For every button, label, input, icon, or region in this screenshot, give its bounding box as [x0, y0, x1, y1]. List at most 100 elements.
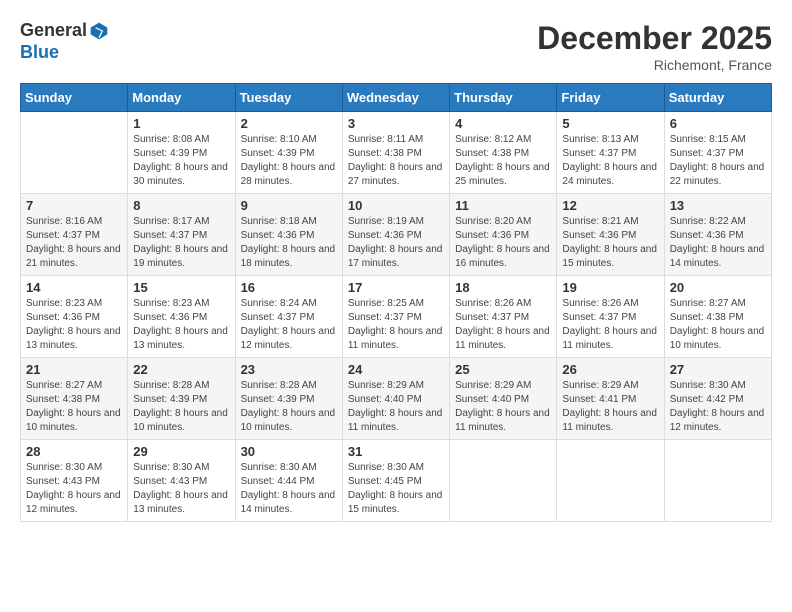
location: Richemont, France	[537, 57, 772, 73]
day-number: 16	[241, 280, 337, 295]
calendar-cell: 28 Sunrise: 8:30 AMSunset: 4:43 PMDayligh…	[21, 440, 128, 522]
day-info: Sunrise: 8:30 AMSunset: 4:43 PMDaylight:…	[133, 461, 229, 517]
day-info: Sunrise: 8:19 AMSunset: 4:36 PMDaylight:…	[348, 215, 444, 271]
day-number: 9	[241, 198, 337, 213]
calendar-header-row: SundayMondayTuesdayWednesdayThursdayFrid…	[21, 84, 772, 112]
page-header: General Blue December 2025 Richemont, Fr…	[20, 20, 772, 73]
calendar-cell: 14 Sunrise: 8:23 AMSunset: 4:36 PMDayligh…	[21, 276, 128, 358]
day-info: Sunrise: 8:15 AMSunset: 4:37 PMDaylight:…	[670, 133, 766, 189]
day-number: 22	[133, 362, 229, 377]
day-number: 11	[455, 198, 551, 213]
day-number: 26	[562, 362, 658, 377]
day-number: 28	[26, 444, 122, 459]
day-info: Sunrise: 8:28 AMSunset: 4:39 PMDaylight:…	[133, 379, 229, 435]
day-header-monday: Monday	[128, 84, 235, 112]
day-number: 21	[26, 362, 122, 377]
day-number: 23	[241, 362, 337, 377]
calendar-cell: 27 Sunrise: 8:30 AMSunset: 4:42 PMDayligh…	[664, 358, 771, 440]
calendar-week-1: 1 Sunrise: 8:08 AMSunset: 4:39 PMDaylight…	[21, 112, 772, 194]
day-info: Sunrise: 8:29 AMSunset: 4:41 PMDaylight:…	[562, 379, 658, 435]
calendar-cell: 9 Sunrise: 8:18 AMSunset: 4:36 PMDaylight…	[235, 194, 342, 276]
calendar-cell	[21, 112, 128, 194]
day-info: Sunrise: 8:18 AMSunset: 4:36 PMDaylight:…	[241, 215, 337, 271]
day-number: 20	[670, 280, 766, 295]
calendar-cell: 15 Sunrise: 8:23 AMSunset: 4:36 PMDayligh…	[128, 276, 235, 358]
day-info: Sunrise: 8:11 AMSunset: 4:38 PMDaylight:…	[348, 133, 444, 189]
calendar-cell: 19Sunrise: 8:26 AMSunset: 4:37 PMDayligh…	[557, 276, 664, 358]
day-number: 18	[455, 280, 551, 295]
day-info: Sunrise: 8:30 AMSunset: 4:43 PMDaylight:…	[26, 461, 122, 517]
day-number: 25	[455, 362, 551, 377]
day-number: 2	[241, 116, 337, 131]
day-info: Sunrise: 8:27 AMSunset: 4:38 PMDaylight:…	[26, 379, 122, 435]
day-number: 12	[562, 198, 658, 213]
day-info: Sunrise: 8:30 AMSunset: 4:44 PMDaylight:…	[241, 461, 337, 517]
calendar-cell: 21 Sunrise: 8:27 AMSunset: 4:38 PMDayligh…	[21, 358, 128, 440]
day-info: Sunrise: 8:23 AMSunset: 4:36 PMDaylight:…	[26, 297, 122, 353]
day-info: Sunrise: 8:25 AMSunset: 4:37 PMDaylight:…	[348, 297, 444, 353]
day-number: 30	[241, 444, 337, 459]
day-info: Sunrise: 8:26 AMSunset: 4:37 PMDaylight:…	[455, 297, 551, 353]
day-number: 27	[670, 362, 766, 377]
calendar-cell: 29 Sunrise: 8:30 AMSunset: 4:43 PMDayligh…	[128, 440, 235, 522]
calendar-cell: 25 Sunrise: 8:29 AMSunset: 4:40 PMDayligh…	[450, 358, 557, 440]
calendar-cell	[664, 440, 771, 522]
month-title: December 2025	[537, 20, 772, 57]
day-number: 5	[562, 116, 658, 131]
calendar-cell: 2 Sunrise: 8:10 AMSunset: 4:39 PMDaylight…	[235, 112, 342, 194]
calendar-cell: 10Sunrise: 8:19 AMSunset: 4:36 PMDayligh…	[342, 194, 449, 276]
calendar-cell: 3 Sunrise: 8:11 AMSunset: 4:38 PMDaylight…	[342, 112, 449, 194]
day-number: 24	[348, 362, 444, 377]
calendar-cell: 12Sunrise: 8:21 AMSunset: 4:36 PMDayligh…	[557, 194, 664, 276]
day-info: Sunrise: 8:30 AMSunset: 4:42 PMDaylight:…	[670, 379, 766, 435]
calendar-cell: 16 Sunrise: 8:24 AMSunset: 4:37 PMDayligh…	[235, 276, 342, 358]
day-number: 7	[26, 198, 122, 213]
day-number: 14	[26, 280, 122, 295]
calendar-cell: 4Sunrise: 8:12 AMSunset: 4:38 PMDaylight…	[450, 112, 557, 194]
day-info: Sunrise: 8:10 AMSunset: 4:39 PMDaylight:…	[241, 133, 337, 189]
day-info: Sunrise: 8:12 AMSunset: 4:38 PMDaylight:…	[455, 133, 551, 189]
day-info: Sunrise: 8:17 AMSunset: 4:37 PMDaylight:…	[133, 215, 229, 271]
day-header-friday: Friday	[557, 84, 664, 112]
calendar-cell: 24Sunrise: 8:29 AMSunset: 4:40 PMDayligh…	[342, 358, 449, 440]
calendar-cell: 17 Sunrise: 8:25 AMSunset: 4:37 PMDayligh…	[342, 276, 449, 358]
day-header-wednesday: Wednesday	[342, 84, 449, 112]
day-info: Sunrise: 8:28 AMSunset: 4:39 PMDaylight:…	[241, 379, 337, 435]
calendar-cell: 26 Sunrise: 8:29 AMSunset: 4:41 PMDayligh…	[557, 358, 664, 440]
calendar-cell: 20 Sunrise: 8:27 AMSunset: 4:38 PMDayligh…	[664, 276, 771, 358]
day-number: 15	[133, 280, 229, 295]
day-info: Sunrise: 8:24 AMSunset: 4:37 PMDaylight:…	[241, 297, 337, 353]
day-number: 3	[348, 116, 444, 131]
calendar-cell	[557, 440, 664, 522]
day-number: 29	[133, 444, 229, 459]
day-info: Sunrise: 8:08 AMSunset: 4:39 PMDaylight:…	[133, 133, 229, 189]
day-info: Sunrise: 8:16 AMSunset: 4:37 PMDaylight:…	[26, 215, 122, 271]
day-number: 19	[562, 280, 658, 295]
calendar-week-5: 28 Sunrise: 8:30 AMSunset: 4:43 PMDayligh…	[21, 440, 772, 522]
day-info: Sunrise: 8:29 AMSunset: 4:40 PMDaylight:…	[455, 379, 551, 435]
logo: General Blue	[20, 20, 109, 63]
calendar-table: SundayMondayTuesdayWednesdayThursdayFrid…	[20, 83, 772, 522]
calendar-cell: 31 Sunrise: 8:30 AMSunset: 4:45 PMDayligh…	[342, 440, 449, 522]
day-header-sunday: Sunday	[21, 84, 128, 112]
day-header-thursday: Thursday	[450, 84, 557, 112]
day-info: Sunrise: 8:22 AMSunset: 4:36 PMDaylight:…	[670, 215, 766, 271]
day-info: Sunrise: 8:27 AMSunset: 4:38 PMDaylight:…	[670, 297, 766, 353]
calendar-cell: 11Sunrise: 8:20 AMSunset: 4:36 PMDayligh…	[450, 194, 557, 276]
day-number: 31	[348, 444, 444, 459]
day-header-saturday: Saturday	[664, 84, 771, 112]
day-number: 17	[348, 280, 444, 295]
calendar-cell: 18 Sunrise: 8:26 AMSunset: 4:37 PMDayligh…	[450, 276, 557, 358]
day-number: 1	[133, 116, 229, 131]
calendar-cell: 8 Sunrise: 8:17 AMSunset: 4:37 PMDaylight…	[128, 194, 235, 276]
calendar-week-2: 7 Sunrise: 8:16 AMSunset: 4:37 PMDaylight…	[21, 194, 772, 276]
calendar-week-4: 21 Sunrise: 8:27 AMSunset: 4:38 PMDayligh…	[21, 358, 772, 440]
day-info: Sunrise: 8:30 AMSunset: 4:45 PMDaylight:…	[348, 461, 444, 517]
day-info: Sunrise: 8:13 AMSunset: 4:37 PMDaylight:…	[562, 133, 658, 189]
logo-general: General	[20, 20, 87, 42]
logo-icon	[89, 21, 109, 41]
day-info: Sunrise: 8:23 AMSunset: 4:36 PMDaylight:…	[133, 297, 229, 353]
day-number: 13	[670, 198, 766, 213]
day-number: 8	[133, 198, 229, 213]
calendar-cell: 7 Sunrise: 8:16 AMSunset: 4:37 PMDaylight…	[21, 194, 128, 276]
